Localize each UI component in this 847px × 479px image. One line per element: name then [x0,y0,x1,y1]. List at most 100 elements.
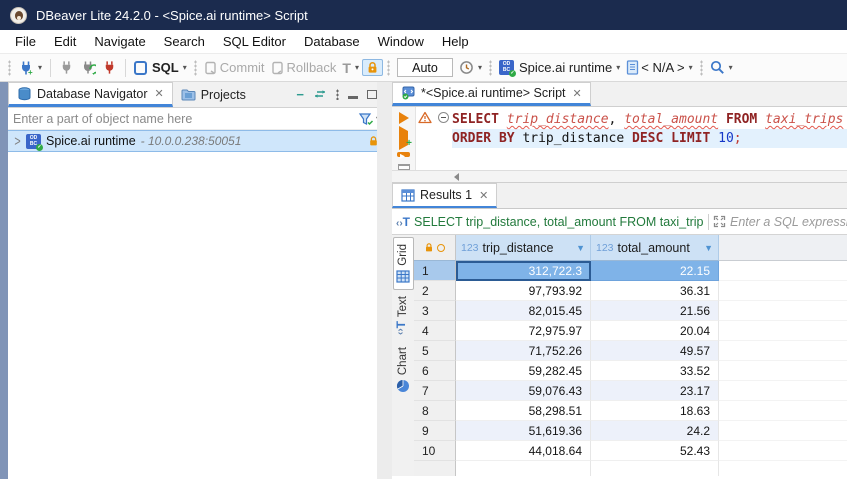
cell-trip-distance[interactable]: 59,076.43 [456,381,591,401]
panel-sash[interactable] [377,82,392,479]
object-filter-input[interactable] [13,112,358,126]
fold-collapse-icon[interactable] [438,112,449,123]
row-number[interactable]: 6 [414,361,456,381]
execute-statement-icon[interactable] [399,112,409,124]
chevron-down-icon[interactable]: ▾ [355,63,359,72]
menu-help[interactable]: Help [433,34,478,49]
connect-button[interactable] [56,58,77,77]
close-icon[interactable]: ✕ [573,87,582,100]
cell-trip-distance[interactable]: 51,619.36 [456,421,591,441]
autocommit-toggle[interactable] [362,59,383,76]
menu-window[interactable]: Window [369,34,433,49]
close-icon[interactable]: ✕ [479,189,488,202]
sql-line-2[interactable]: ORDER BY trip_distance DESC LIMIT 10; [452,129,847,148]
column-menu-icon[interactable]: ▼ [704,243,713,253]
table-row[interactable]: 571,752.2649.57 [414,341,847,361]
table-row[interactable]: 858,298.5118.63 [414,401,847,421]
tab-sql-script[interactable]: *<Spice.ai runtime> Script ✕ [392,82,591,106]
row-number[interactable]: 5 [414,341,456,361]
tree-item-connection[interactable]: > ODBC✓ Spice.ai runtime - 10.0.0.238:50… [8,130,385,152]
chevron-down-icon[interactable]: ▾ [183,63,187,72]
table-row[interactable]: 297,793.9236.31 [414,281,847,301]
cell-trip-distance[interactable]: 59,282.45 [456,361,591,381]
cell-trip-distance[interactable]: 97,793.92 [456,281,591,301]
commit-mode-combo[interactable]: Auto [397,58,453,77]
maximize-panel-icon[interactable] [367,90,377,99]
connection-selector[interactable]: ODBC✓ Spice.ai runtime ▾ [496,58,623,77]
view-menu-icon[interactable] [336,89,339,100]
expand-icon[interactable] [713,215,726,228]
cell-trip-distance[interactable]: 58,298.51 [456,401,591,421]
cell-total-amount[interactable]: 49.57 [591,341,719,361]
tab-results-1[interactable]: Results 1 ✕ [392,183,497,208]
disconnect-button[interactable] [99,58,120,77]
menu-database[interactable]: Database [295,34,369,49]
sql-editor[interactable]: + SELECT trip_distance, total_amount FRO… [392,107,847,170]
cell-total-amount[interactable]: 20.04 [591,321,719,341]
search-button[interactable]: ▾ [707,58,736,77]
cell-trip-distance[interactable]: 312,722.3 [456,261,591,281]
chevron-down-icon[interactable]: ▾ [478,63,482,72]
cell-trip-distance[interactable]: 82,015.45 [456,301,591,321]
execute-new-tab-icon[interactable]: + [399,131,408,145]
expander-icon[interactable]: > [14,133,20,150]
cell-total-amount[interactable]: 36.31 [591,281,719,301]
table-row[interactable]: 759,076.4323.17 [414,381,847,401]
cell-trip-distance[interactable]: 71,752.26 [456,341,591,361]
cell-trip-distance[interactable]: 44,018.64 [456,441,591,461]
collapse-all-icon[interactable]: − [296,87,304,102]
cell-total-amount[interactable]: 24.2 [591,421,719,441]
link-with-editor-icon[interactable] [313,90,327,100]
table-row[interactable]: 1312,722.322.15 [414,261,847,281]
table-row[interactable]: 472,975.9720.04 [414,321,847,341]
row-number[interactable]: 8 [414,401,456,421]
row-number[interactable]: 2 [414,281,456,301]
cell-trip-distance[interactable]: 72,975.97 [456,321,591,341]
schema-selector[interactable]: < N/A > ▾ [623,58,695,77]
commit-button[interactable]: Commit [201,58,268,77]
editor-hscrollbar[interactable] [392,170,847,183]
table-row[interactable]: 1044,018.6452.43 [414,441,847,461]
menu-edit[interactable]: Edit [45,34,85,49]
grid-corner-cell[interactable] [414,235,456,261]
scroll-left-icon[interactable] [454,173,459,181]
cell-total-amount[interactable]: 23.17 [591,381,719,401]
cell-total-amount[interactable]: 21.56 [591,301,719,321]
script-icon[interactable] [398,164,410,170]
column-menu-icon[interactable]: ▼ [576,243,585,253]
close-icon[interactable]: ✕ [154,87,163,100]
tab-chart-view[interactable]: Chart [396,341,410,399]
chevron-down-icon[interactable]: ▾ [689,63,693,72]
reconnect-button[interactable] [77,58,99,78]
sql-line-1[interactable]: SELECT trip_distance, total_amount FROM … [452,110,847,129]
row-number[interactable]: 3 [414,301,456,321]
row-number[interactable]: 1 [414,261,456,281]
sql-code[interactable]: SELECT trip_distance, total_amount FROM … [452,107,847,170]
row-number[interactable]: 4 [414,321,456,341]
filter-funnel-icon[interactable] [358,112,374,126]
menu-file[interactable]: File [6,34,45,49]
table-row[interactable]: 382,015.4521.56 [414,301,847,321]
new-connection-button[interactable]: + ▾ [15,58,45,78]
menu-navigate[interactable]: Navigate [85,34,154,49]
column-header-trip-distance[interactable]: 123 trip_distance ▼ [456,235,591,261]
tab-text-view[interactable]: Text ‹›T [394,290,412,341]
table-row[interactable]: 951,619.3624.2 [414,421,847,441]
execute-script-icon[interactable] [397,152,410,157]
cell-total-amount[interactable]: 18.63 [591,401,719,421]
row-number[interactable]: 9 [414,421,456,441]
row-number[interactable]: 10 [414,441,456,461]
chevron-down-icon[interactable]: ▾ [38,63,42,72]
rollback-button[interactable]: Rollback [268,58,340,77]
minimize-panel-icon[interactable] [348,91,358,99]
sql-editor-button[interactable]: SQL ▾ [131,58,190,77]
tab-grid-view[interactable]: Grid [393,237,414,290]
column-header-total-amount[interactable]: 123 total_amount ▼ [591,235,719,261]
cell-total-amount[interactable]: 22.15 [591,261,719,281]
transaction-log-button[interactable]: T ▾ [339,58,362,78]
row-number[interactable]: 7 [414,381,456,401]
cell-total-amount[interactable]: 52.43 [591,441,719,461]
chevron-down-icon[interactable]: ▾ [729,63,733,72]
menu-search[interactable]: Search [155,34,214,49]
cell-total-amount[interactable]: 33.52 [591,361,719,381]
